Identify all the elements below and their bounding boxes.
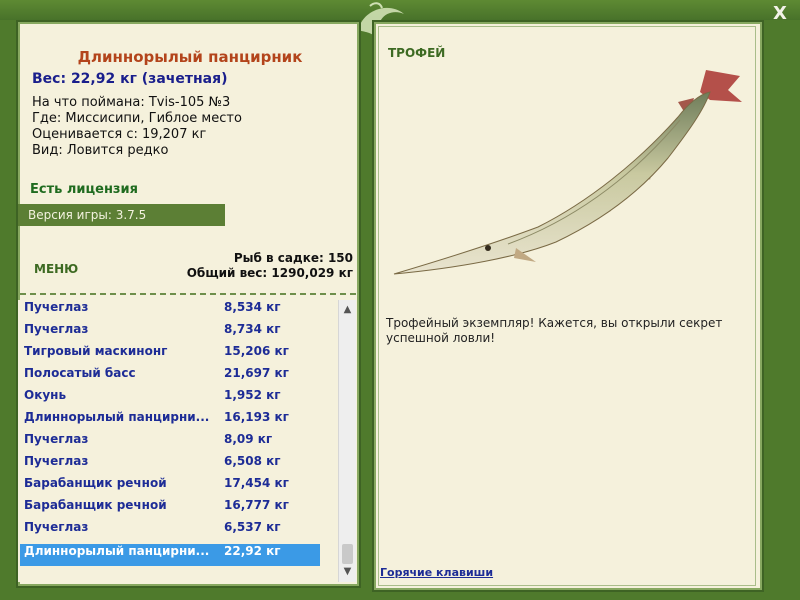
catch-weight: 21,697 кг — [224, 366, 289, 380]
fish-weight: Вес: 22,92 кг (зачетная) — [32, 71, 228, 87]
catch-name: Окунь — [24, 388, 67, 402]
menu-button[interactable]: МЕНЮ — [34, 262, 78, 276]
catch-weight: 16,777 кг — [224, 498, 289, 512]
catch-weight: 8,09 кг — [224, 432, 273, 446]
info-rarity: Вид: Ловится редко — [32, 143, 169, 158]
version-bar: Версия игры: 3.7.5 — [18, 204, 225, 226]
trophy-label: ТРОФЕЙ — [388, 46, 446, 60]
catch-weight: 1,952 кг — [224, 388, 281, 402]
fish-title: Длиннорылый панцирник — [77, 48, 303, 66]
catch-name: Барабанщик речной — [24, 476, 167, 490]
catch-weight: 6,508 кг — [224, 454, 281, 468]
catch-weight: 15,206 кг — [224, 344, 289, 358]
catch-weight: 6,537 кг — [224, 520, 281, 534]
fish-image — [393, 70, 742, 275]
cage-count: Рыб в садке: 150 — [233, 251, 353, 265]
hotkeys-link[interactable]: Горячие клавиши — [380, 566, 493, 579]
scroll-down-icon[interactable]: ▼ — [339, 564, 356, 580]
catch-name: Длиннорылый панцирни... — [24, 544, 210, 558]
list-item[interactable]: Полосатый басс 21,697 кг — [18, 366, 338, 388]
list-item[interactable]: Пучеглаз 8,534 кг — [18, 300, 338, 322]
info-rating: Оценивается с: 19,207 кг — [32, 127, 207, 142]
catch-name: Пучеглаз — [24, 520, 89, 534]
scroll-up-icon[interactable]: ▲ — [339, 302, 356, 318]
catch-name: Пучеглаз — [24, 432, 89, 446]
catch-weight: 22,92 кг — [224, 544, 281, 558]
catch-weight: 8,734 кг — [224, 322, 281, 336]
catch-list-scrollbar[interactable]: ▲ ▼ — [338, 300, 356, 582]
catch-name: Пучеглаз — [24, 322, 89, 336]
info-bait: На что поймана: Tvis-105 №3 — [32, 95, 231, 110]
list-item[interactable]: Тигровый маскинонг 15,206 кг — [18, 344, 338, 366]
list-item-selected[interactable]: Длиннорылый панцирни... 22,92 кг — [20, 544, 320, 566]
close-button[interactable]: X — [770, 4, 790, 24]
catch-weight: 17,454 кг — [224, 476, 289, 490]
catch-name: Тигровый маскинонг — [24, 344, 168, 358]
catch-weight: 8,534 кг — [224, 300, 281, 314]
cage-stats: Рыб в садке: 150 Общий вес: 1290,029 кг — [187, 251, 353, 281]
catch-name: Барабанщик речной — [24, 498, 167, 512]
cage-total-weight: Общий вес: 1290,029 кг — [186, 266, 353, 280]
license-status: Есть лицензия — [30, 182, 138, 197]
scrollbar-thumb[interactable] — [342, 544, 353, 564]
list-item[interactable]: Пучеглаз 8,09 кг — [18, 432, 338, 454]
info-location: Где: Миссисипи, Гиблое место — [32, 111, 242, 126]
list-item[interactable]: Барабанщик речной 16,777 кг — [18, 498, 338, 520]
catch-weight: 16,193 кг — [224, 410, 289, 424]
catch-name: Пучеглаз — [24, 454, 89, 468]
list-item[interactable]: Барабанщик речной 17,454 кг — [18, 476, 338, 498]
catch-name: Пучеглаз — [24, 300, 89, 314]
list-item[interactable]: Пучеглаз 6,537 кг — [18, 520, 338, 542]
list-item[interactable]: Пучеглаз 6,508 кг — [18, 454, 338, 476]
trophy-description: Трофейный экземпляр! Кажется, вы открыли… — [386, 316, 723, 345]
catch-name: Полосатый басс — [24, 366, 136, 380]
list-item[interactable]: Длиннорылый панцирни... 16,193 кг — [18, 410, 338, 432]
divider — [20, 293, 356, 295]
catch-name: Длиннорылый панцирни... — [24, 410, 210, 424]
list-item[interactable]: Окунь 1,952 кг — [18, 388, 338, 410]
catch-list: Пучеглаз 8,534 кг Пучеглаз 8,734 кг Тигров… — [18, 300, 338, 582]
list-item[interactable]: Пучеглаз 8,734 кг — [18, 322, 338, 344]
